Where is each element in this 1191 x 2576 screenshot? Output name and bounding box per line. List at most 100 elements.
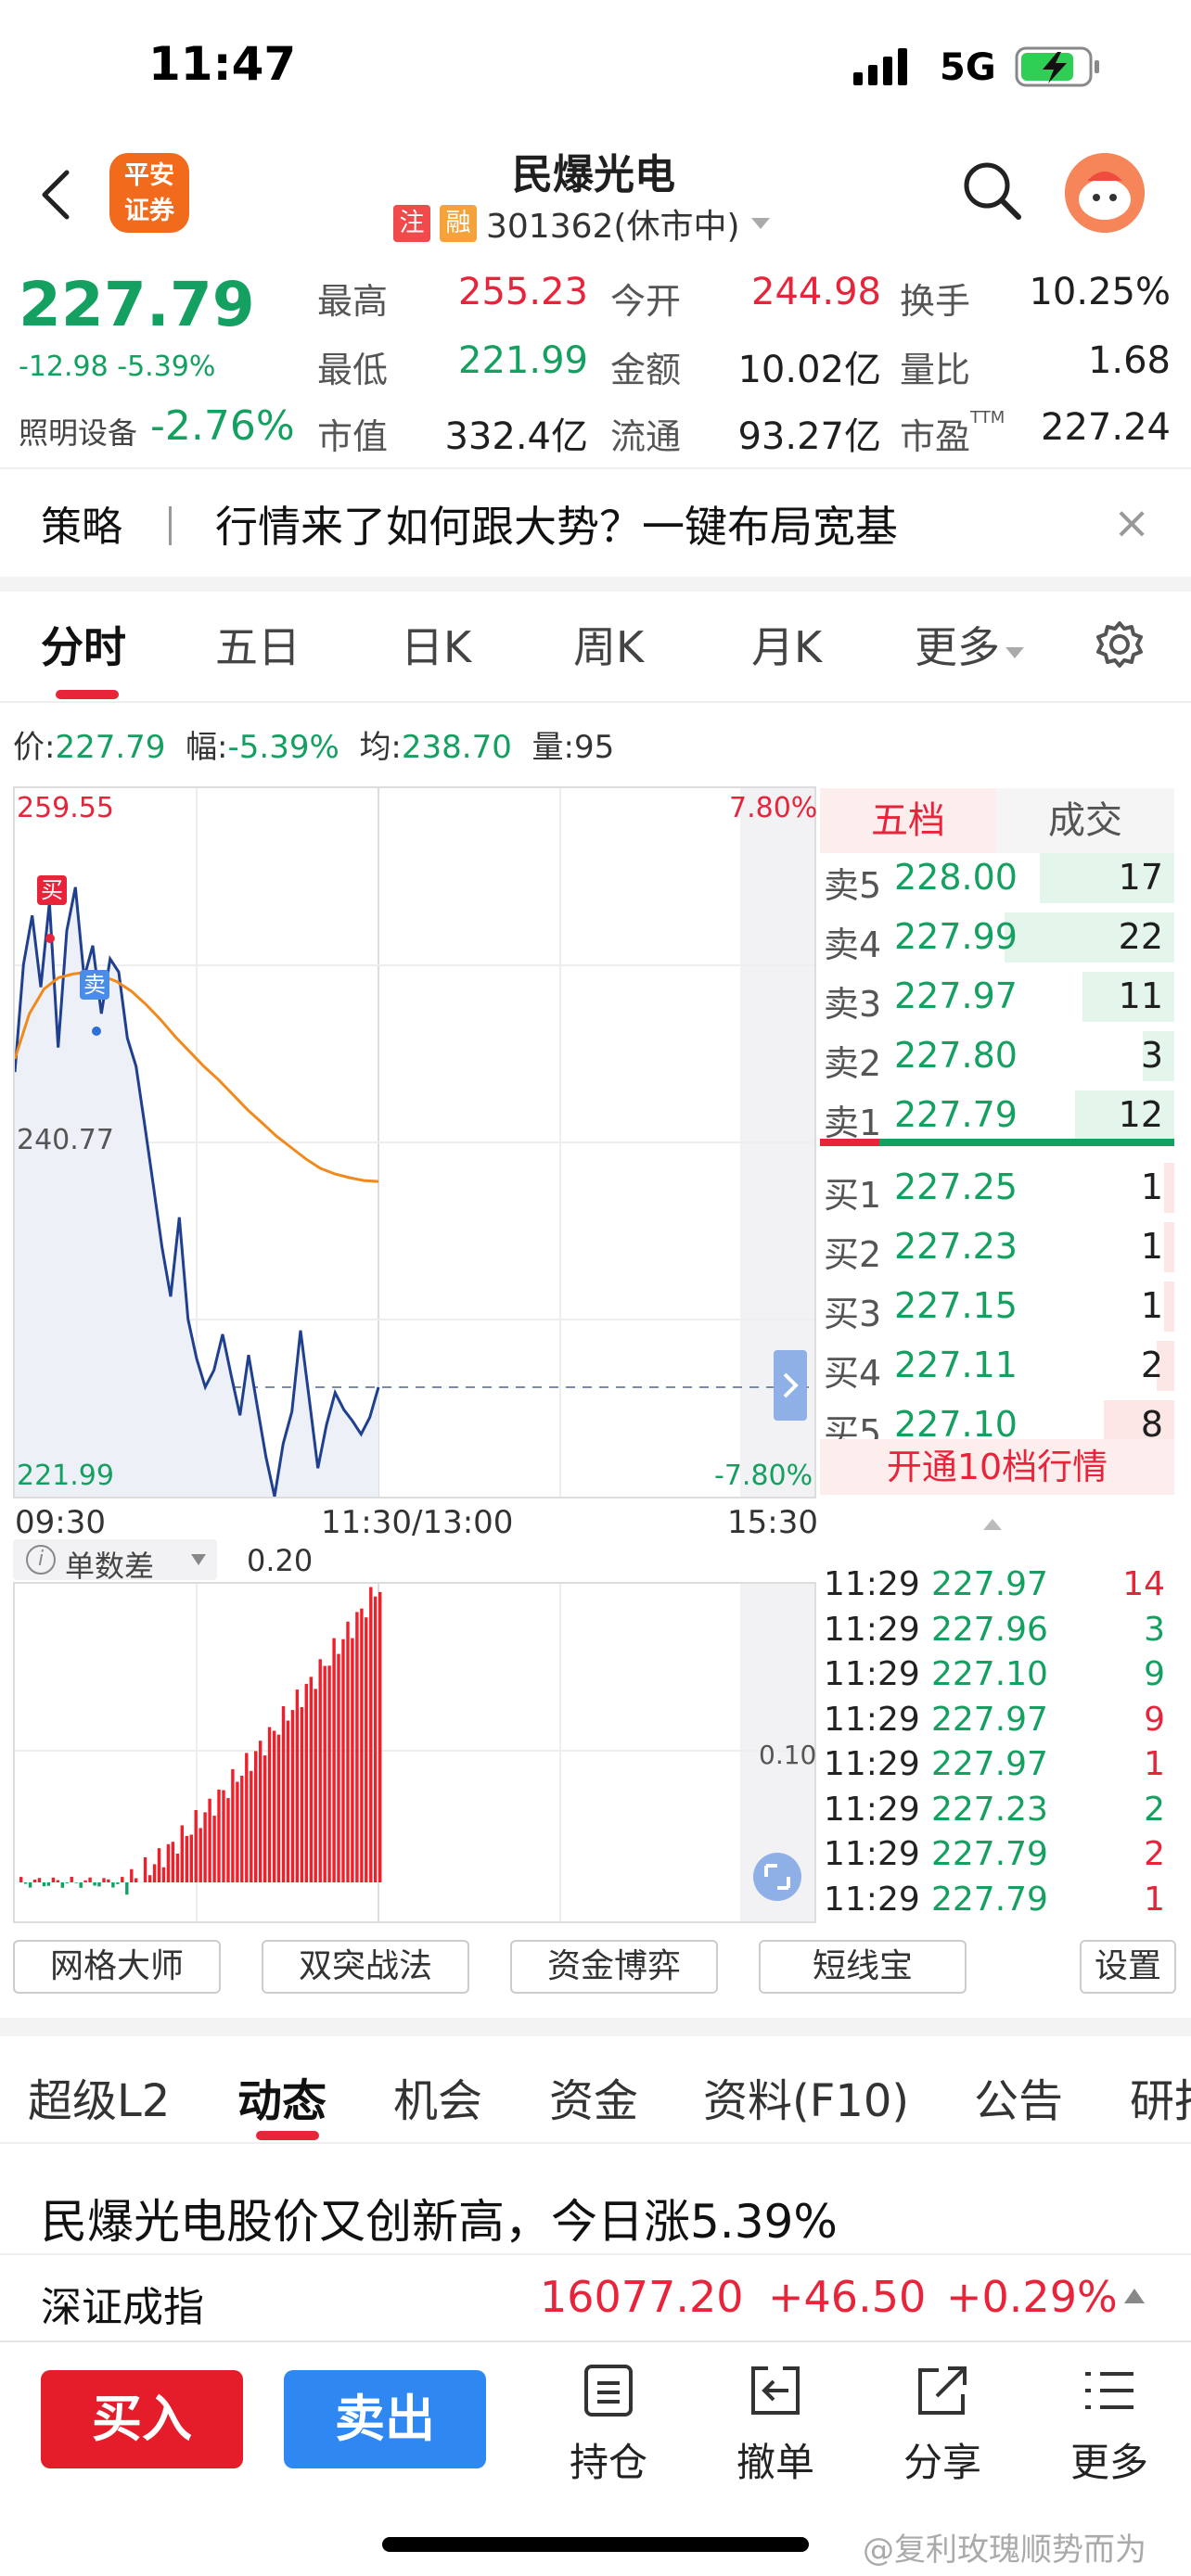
dropdown-arrow-icon: [1005, 647, 1024, 658]
tab-order-book[interactable]: 五档: [820, 788, 996, 853]
tab-more[interactable]: 更多: [915, 614, 1026, 675]
info-vol: 95: [573, 729, 615, 766]
trade-price: 227.79: [931, 1835, 1048, 1873]
quote-label: 市值: [317, 416, 389, 457]
y-axis-bottom: 221.99: [17, 1460, 114, 1492]
indicator-bar: [240, 1776, 244, 1882]
ask-row[interactable]: 卖5 228.00 17: [820, 849, 1174, 907]
quote-label-text: 市盈: [900, 416, 971, 457]
bid-row[interactable]: 买4 227.11 2: [820, 1337, 1174, 1395]
section-gap: [0, 2018, 1191, 2036]
cancel-order-label: 撤单: [736, 2440, 814, 2485]
expand-handle[interactable]: [774, 1350, 807, 1421]
trade-volume: 3: [1144, 1610, 1165, 1649]
indicator-selector[interactable]: i 单数差: [13, 1539, 217, 1584]
indicator-bar: [88, 1877, 92, 1882]
trade-price: 227.97: [931, 1745, 1048, 1783]
indicator-bar: [147, 1875, 152, 1882]
buy-button[interactable]: 买入: [41, 2370, 243, 2468]
upgrade-10-level-button[interactable]: 开通10档行情: [820, 1439, 1174, 1495]
indicator-bar: [161, 1867, 166, 1882]
ask-row[interactable]: 卖4 227.99 22: [820, 909, 1174, 966]
more-button[interactable]: 更多: [1054, 2363, 1165, 2488]
tab-daily-k[interactable]: 日K: [401, 614, 471, 675]
indicator-bar: [267, 1727, 272, 1882]
index-name[interactable]: 深证成指: [41, 2274, 204, 2333]
ob-level-label: 买3: [824, 1294, 882, 1334]
ob-volume: 2: [1140, 1345, 1163, 1385]
home-indicator[interactable]: [382, 2537, 809, 2552]
bid-row[interactable]: 买3 227.15 1: [820, 1278, 1174, 1335]
news-headline[interactable]: 民爆光电股价又创新高，今日涨5.39%: [41, 2185, 838, 2251]
sector-change[interactable]: -2.76%: [150, 402, 295, 450]
bid-row[interactable]: 买1 227.25 1: [820, 1159, 1174, 1217]
tab-research[interactable]: 研报: [1130, 2064, 1191, 2129]
intraday-chart[interactable]: 买 卖: [13, 786, 816, 1498]
fullscreen-icon[interactable]: [753, 1853, 801, 1901]
info-icon[interactable]: i: [26, 1545, 56, 1575]
close-icon[interactable]: ×: [1113, 497, 1150, 549]
tab-intraday[interactable]: 分时: [41, 614, 126, 675]
tab-weekly-k[interactable]: 周K: [573, 614, 644, 675]
ask-row[interactable]: 卖2 227.80 3: [820, 1027, 1174, 1085]
x-axis-mid: 11:30/13:00: [321, 1504, 514, 1541]
tab-five-day[interactable]: 五日: [215, 614, 301, 675]
scroll-up-icon[interactable]: [981, 1517, 1004, 1532]
sector-name[interactable]: 照明设备: [19, 410, 137, 453]
active-tab-indicator: [256, 2131, 319, 2140]
tab-announcements[interactable]: 公告: [974, 2064, 1063, 2129]
trade-price: 227.10: [931, 1655, 1048, 1693]
tab-super-l2[interactable]: 超级L2: [28, 2064, 170, 2129]
tab-opportunity[interactable]: 机会: [393, 2064, 482, 2129]
ob-price: 227.79: [894, 1094, 1018, 1135]
settings-button[interactable]: 设置: [1080, 1940, 1176, 1994]
ob-price: 228.00: [894, 857, 1018, 898]
tab-funds[interactable]: 资金: [549, 2064, 638, 2129]
more-label: 更多: [1069, 2440, 1148, 2485]
expand-up-icon[interactable]: [1122, 2287, 1146, 2305]
tool-grid-master[interactable]: 网格大师: [13, 1940, 221, 1994]
gear-icon[interactable]: [1095, 619, 1145, 670]
tab-monthly-k[interactable]: 月K: [751, 614, 822, 675]
cancel-order-button[interactable]: 撤单: [720, 2363, 831, 2488]
tool-double-breakout[interactable]: 双突战法: [262, 1940, 469, 1994]
indicator-bar: [346, 1621, 350, 1882]
indicator-bar: [245, 1753, 249, 1882]
indicator-bar: [93, 1882, 96, 1886]
ask-row[interactable]: 卖3 227.97 11: [820, 968, 1174, 1026]
ob-price: 227.25: [894, 1167, 1018, 1207]
trade-volume: 9: [1144, 1655, 1165, 1693]
info-avg: 238.70: [401, 729, 512, 766]
tab-f10[interactable]: 资料(F10): [703, 2064, 909, 2129]
stock-code-line[interactable]: 注 融 301362(休市中): [393, 202, 772, 246]
tool-short-line[interactable]: 短线宝: [759, 1940, 967, 1994]
mascot-avatar-icon[interactable]: [1065, 153, 1145, 233]
search-icon[interactable]: [961, 159, 1022, 221]
back-chevron-icon[interactable]: [37, 167, 74, 223]
trade-row: 11:29 227.97 14: [824, 1565, 1174, 1610]
positions-button[interactable]: 持仓: [553, 2363, 664, 2488]
indicator-bar: [152, 1864, 157, 1882]
indicator-bar: [323, 1665, 327, 1882]
info-vol-label: 量:: [531, 729, 574, 766]
status-bar: 11:47 5G: [0, 0, 1191, 139]
watermark: @复利玫瑰顺势而为: [863, 2531, 1146, 2569]
indicator-bar: [19, 1877, 23, 1882]
tab-news[interactable]: 动态: [237, 2064, 327, 2129]
ob-price: 227.15: [894, 1285, 1018, 1326]
indicator-chart[interactable]: [13, 1582, 816, 1923]
stock-code-status: 301362(休市中): [486, 208, 740, 246]
tool-capital-game[interactable]: 资金博弈: [510, 1940, 718, 1994]
strategy-text[interactable]: 行情来了如何跟大势？一键布局宽基: [215, 493, 898, 555]
ask-row[interactable]: 卖1 227.79 12: [820, 1087, 1174, 1144]
buy-marker-text: 买: [41, 877, 63, 903]
bid-row[interactable]: 买2 227.23 1: [820, 1218, 1174, 1276]
section-gap: [0, 577, 1191, 592]
trade-time: 11:29: [824, 1835, 920, 1873]
tab-trades[interactable]: 成交: [996, 788, 1174, 853]
positions-label: 持仓: [569, 2440, 647, 2485]
y-axis-top: 259.55: [17, 792, 114, 824]
sell-button[interactable]: 卖出: [284, 2370, 486, 2468]
info-price: 227.79: [55, 729, 166, 766]
share-button[interactable]: 分享: [887, 2363, 998, 2488]
